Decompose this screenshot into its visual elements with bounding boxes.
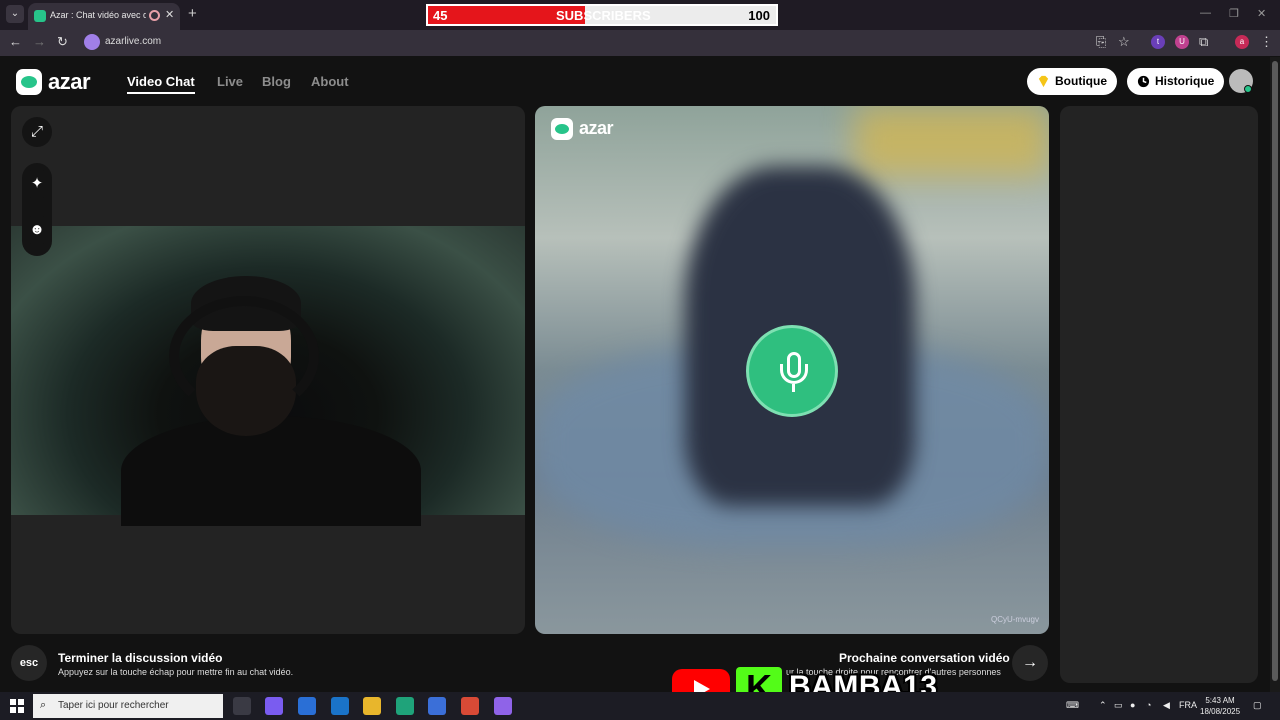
install-app-icon[interactable]: ⎘ [1096, 34, 1106, 50]
end-chat-subtitle: Appuyez sur la touche échap pour mettre … [58, 667, 294, 677]
end-chat-title: Terminer la discussion vidéo [58, 651, 223, 665]
url-text[interactable]: azarlive.com [105, 36, 161, 47]
new-tab-button[interactable]: + [188, 5, 197, 22]
bookmark-star-icon[interactable]: ☆ [1118, 34, 1130, 50]
next-arrow-button[interactable]: → [1012, 645, 1048, 681]
copilot-icon[interactable] [265, 697, 283, 715]
clock-date: 18/08/2025 [1200, 707, 1241, 716]
azar-watermark-icon [551, 118, 573, 140]
tab-search-button[interactable]: ⌄ [6, 5, 24, 23]
minimize-icon[interactable]: — [1200, 7, 1211, 19]
clock-icon [1137, 75, 1150, 88]
nav-about[interactable]: About [311, 74, 349, 89]
nav-video-chat[interactable]: Video Chat [127, 74, 195, 94]
volume-icon[interactable]: ◀ [1163, 700, 1170, 711]
microphone-stem [792, 384, 795, 392]
historique-button[interactable]: Historique [1127, 68, 1225, 95]
tray-mic-icon[interactable]: ● [1130, 700, 1135, 710]
clock-time: 5:43 AM [1205, 696, 1235, 705]
taskbar-search-input[interactable]: ⌕ Taper ici pour rechercher [33, 694, 223, 718]
azar-logo-text: azar [48, 69, 91, 94]
store-icon[interactable] [298, 697, 316, 715]
azar-logo-icon [16, 69, 42, 95]
edge-icon[interactable] [396, 697, 414, 715]
subscribers-progress-bar: 45 SUBSCRIBERS 100 [426, 4, 778, 26]
boutique-button[interactable]: Boutique [1027, 68, 1117, 95]
subscribers-current: 45 [433, 8, 448, 23]
subscribers-label: SUBSCRIBERS [556, 8, 651, 23]
language-indicator[interactable]: FRA [1179, 700, 1197, 710]
outlook-icon[interactable] [331, 697, 349, 715]
sparkle-effects-icon[interactable]: ✦ [22, 169, 52, 199]
browser-tab-bar: ⌄ Azar : Chat vidéo avec de n ✕ + 45 SUB… [0, 0, 1280, 30]
browser-tab[interactable]: Azar : Chat vidéo avec de n ✕ [28, 3, 180, 30]
azar-watermark-text: azar [579, 118, 614, 138]
historique-label: Historique [1155, 74, 1215, 88]
chrome-icon[interactable] [461, 697, 479, 715]
self-webcam-video [11, 226, 525, 526]
extensions-puzzle-icon[interactable]: ⧉ [1199, 34, 1208, 50]
windows-start-icon[interactable] [10, 699, 24, 713]
site-info-icon[interactable] [84, 34, 100, 50]
azar-app-icon[interactable] [494, 697, 512, 715]
file-explorer-icon[interactable] [363, 697, 381, 715]
search-icon: ⌕ [40, 699, 47, 711]
scrollbar-thumb[interactable] [1272, 61, 1278, 681]
app-window-icon[interactable] [428, 697, 446, 715]
page-scrollbar[interactable] [1270, 57, 1280, 692]
notifications-icon[interactable]: ▢ [1253, 700, 1262, 711]
window-close-icon[interactable]: ✕ [1257, 7, 1266, 20]
wifi-icon[interactable]: ◔ [1146, 700, 1151, 710]
profile-icon[interactable]: a [1235, 35, 1249, 49]
back-icon[interactable]: ← [9, 34, 22, 49]
extension-t-icon[interactable]: t [1151, 35, 1165, 49]
recording-icon [149, 10, 160, 21]
peer-video-panel: azar QCyU-mvugv [535, 106, 1049, 634]
search-placeholder: Taper ici pour rechercher [58, 700, 169, 711]
browser-menu-icon[interactable]: ⋮ [1260, 34, 1273, 50]
face-filter-icon[interactable]: ☻ [22, 215, 52, 245]
gem-icon [1038, 75, 1049, 88]
tray-chevron-icon[interactable]: ⌃ [1099, 700, 1107, 711]
esc-end-button[interactable]: esc [11, 645, 47, 681]
tab-title: Azar : Chat vidéo avec de n [50, 10, 146, 20]
windows-taskbar: ⌕ Taper ici pour rechercher ⌨ ⌃ ▭ ● ◔ ◀ … [0, 692, 1280, 720]
restore-icon[interactable]: ❐ [1229, 7, 1239, 20]
self-body-shape [121, 416, 421, 526]
network-icon[interactable]: ▭ [1114, 700, 1123, 711]
forward-icon[interactable]: → [33, 34, 46, 49]
peer-code: QCyU-mvugv [990, 615, 1039, 624]
task-view-icon[interactable] [233, 697, 251, 715]
microphone-arc [780, 364, 808, 384]
nav-live[interactable]: Live [217, 74, 243, 89]
microphone-button[interactable] [746, 325, 838, 417]
keyboard-icon[interactable]: ⌨ [1066, 700, 1079, 711]
boutique-label: Boutique [1055, 74, 1107, 88]
peer-bg-awning [855, 106, 1049, 176]
self-video-panel: ⤢ ✦ ☻ [11, 106, 525, 634]
system-clock[interactable]: 5:43 AM 18/08/2025 [1200, 695, 1240, 717]
azar-app: azar Video Chat Live Blog About Boutique… [0, 57, 1270, 692]
azar-favicon-icon [34, 10, 46, 22]
tab-close-icon[interactable]: ✕ [165, 8, 174, 21]
reload-icon[interactable]: ↻ [57, 34, 68, 50]
nav-blog[interactable]: Blog [262, 74, 291, 89]
next-chat-title: Prochaine conversation vidéo [839, 651, 1010, 665]
online-status-dot [1244, 85, 1252, 93]
headset-shape [169, 296, 319, 416]
expand-icon[interactable]: ⤢ [22, 117, 52, 147]
right-side-panel [1060, 106, 1258, 683]
browser-address-row: ← → ↻ azarlive.com ⎘ ☆ t U ⧉ a ⋮ [0, 30, 1280, 56]
extension-u-icon[interactable]: U [1175, 35, 1189, 49]
effects-toolbar: ✦ ☻ [22, 163, 52, 256]
subscribers-goal: 100 [748, 8, 770, 23]
